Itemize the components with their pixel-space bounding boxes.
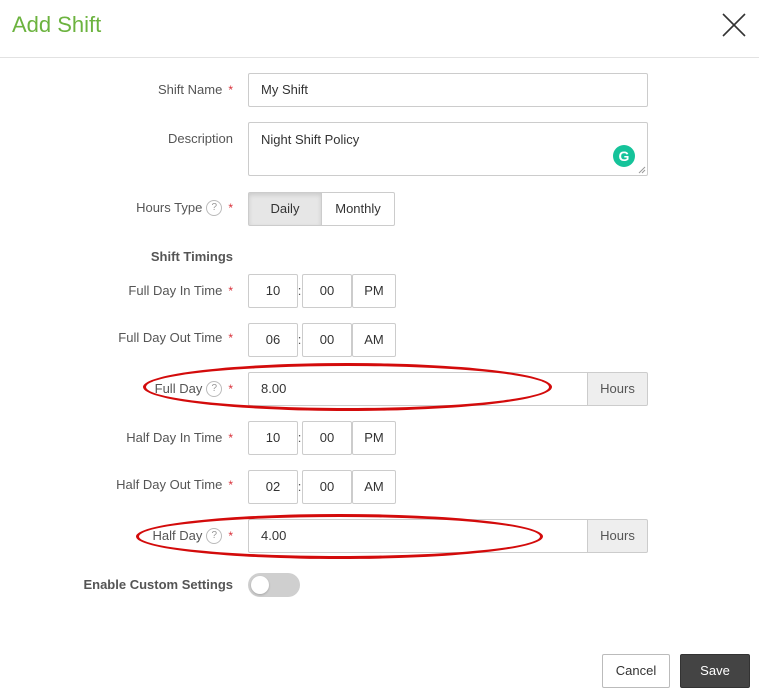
shift-name-label-text: Shift Name — [158, 82, 223, 97]
required-mark: * — [228, 331, 233, 345]
required-mark: * — [228, 382, 233, 396]
required-mark: * — [228, 478, 233, 492]
close-button[interactable] — [719, 10, 749, 40]
half-day-in-time-label-text: Half Day In Time — [126, 430, 223, 445]
resize-handle-icon[interactable] — [638, 166, 646, 174]
required-mark: * — [228, 284, 233, 298]
custom-settings-label-text: Enable Custom Settings — [83, 577, 233, 592]
full-day-out-time-label: Full Day Out Time * — [118, 329, 233, 347]
shift-name-input[interactable]: My Shift — [248, 73, 648, 107]
hours-type-label-text: Hours Type — [136, 200, 203, 215]
full-day-in-time-label: Full Day In Time * — [128, 282, 233, 300]
description-textarea[interactable]: Night Shift Policy — [248, 122, 648, 176]
half-day-out-hour-input[interactable]: 02 — [248, 470, 298, 504]
full-day-hours-unit: Hours — [587, 372, 648, 406]
half-day-in-hour-input[interactable]: 10 — [248, 421, 298, 455]
save-button[interactable]: Save — [680, 654, 750, 688]
shift-timings-heading-text: Shift Timings — [150, 249, 233, 264]
half-day-out-ampm-toggle[interactable]: AM — [352, 470, 396, 504]
half-day-in-ampm-toggle[interactable]: PM — [352, 421, 396, 455]
half-day-label: Half Day ? * — [152, 527, 233, 545]
grammarly-icon[interactable]: G — [613, 145, 635, 167]
full-day-in-minute-input[interactable]: 00 — [302, 274, 352, 308]
shift-timings-heading: Shift Timings — [151, 248, 233, 266]
half-day-in-minute-input[interactable]: 00 — [302, 421, 352, 455]
dialog-title: Add Shift — [12, 12, 102, 37]
hours-type-daily-option[interactable]: Daily — [248, 192, 322, 226]
help-icon[interactable]: ? — [206, 528, 223, 544]
half-day-hours-input[interactable]: 4.00 — [248, 519, 588, 553]
full-day-out-hour-input[interactable]: 06 — [248, 323, 298, 357]
required-mark: * — [228, 431, 233, 445]
half-day-label-text: Half Day — [152, 528, 203, 543]
full-day-label-text: Full Day — [154, 381, 203, 396]
full-day-label: Full Day ? * — [155, 380, 233, 398]
half-day-hours-unit: Hours — [587, 519, 648, 553]
required-mark: * — [228, 201, 233, 215]
full-day-in-ampm-toggle[interactable]: PM — [352, 274, 396, 308]
help-icon[interactable]: ? — [206, 200, 223, 216]
shift-name-label: Shift Name * — [158, 81, 233, 99]
half-day-out-time-label-text: Half Day Out Time — [116, 477, 223, 492]
hours-type-monthly-option[interactable]: Monthly — [321, 192, 395, 226]
half-day-out-time-label: Half Day Out Time * — [116, 476, 233, 494]
cancel-button[interactable]: Cancel — [602, 654, 670, 688]
full-day-in-time-label-text: Full Day In Time — [128, 283, 223, 298]
toggle-knob — [251, 576, 269, 594]
custom-settings-toggle[interactable] — [248, 573, 300, 597]
full-day-out-ampm-toggle[interactable]: AM — [352, 323, 396, 357]
full-day-in-hour-input[interactable]: 10 — [248, 274, 298, 308]
help-icon[interactable]: ? — [206, 381, 223, 397]
half-day-out-minute-input[interactable]: 00 — [302, 470, 352, 504]
hours-type-label: Hours Type ? * — [136, 199, 233, 217]
header-divider — [0, 57, 759, 58]
full-day-out-time-label-text: Full Day Out Time — [118, 330, 223, 345]
required-mark: * — [228, 83, 233, 97]
required-mark: * — [228, 529, 233, 543]
description-label-text: Description — [167, 131, 233, 146]
close-icon — [722, 13, 746, 37]
description-label: Description — [168, 130, 233, 148]
full-day-out-minute-input[interactable]: 00 — [302, 323, 352, 357]
custom-settings-label: Enable Custom Settings — [83, 576, 233, 594]
full-day-hours-input[interactable]: 8.00 — [248, 372, 588, 406]
half-day-in-time-label: Half Day In Time * — [126, 429, 233, 447]
